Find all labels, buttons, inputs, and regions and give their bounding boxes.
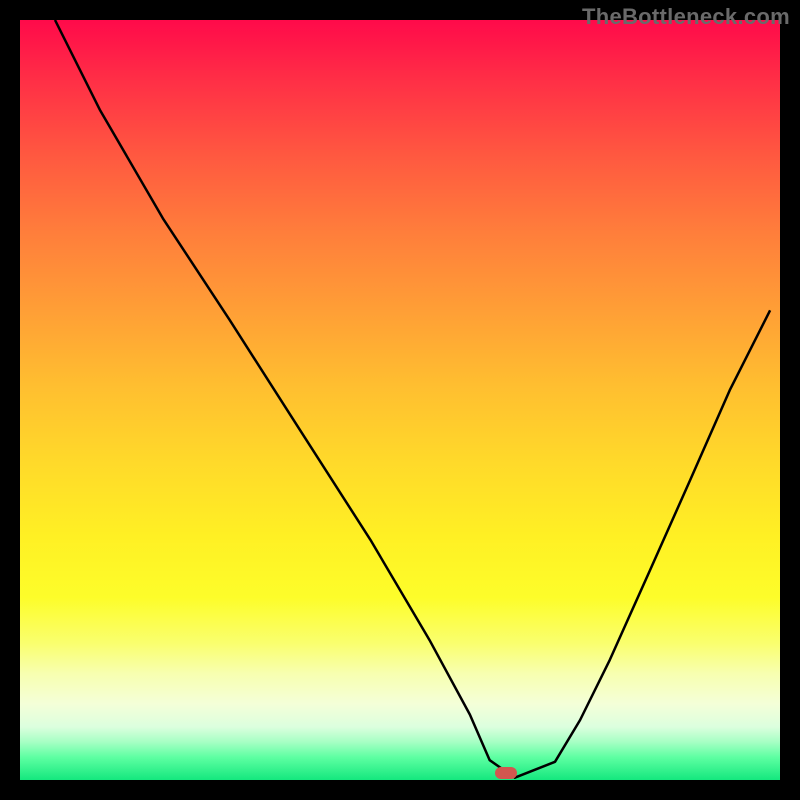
bottleneck-curve-path: [55, 20, 770, 778]
chart-plot-area: [20, 20, 780, 780]
optimal-point-marker: [495, 767, 517, 779]
watermark-text: TheBottleneck.com: [582, 4, 790, 30]
bottleneck-curve: [20, 20, 780, 780]
